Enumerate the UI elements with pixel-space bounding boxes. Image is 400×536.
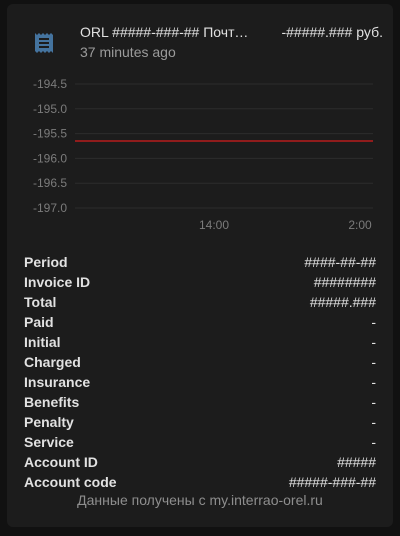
attribute-value: - xyxy=(371,374,376,390)
attribute-row: Benefits - xyxy=(24,392,376,412)
attribute-label: Penalty xyxy=(24,414,74,430)
attribute-value: #####.### xyxy=(309,294,376,310)
card-header[interactable]: ORL #####-###-## Почтовая 37 minutes ago… xyxy=(7,4,393,68)
attribute-row: Account code #####-###-## xyxy=(24,472,376,492)
x-tick-label: 14:00 xyxy=(199,218,229,232)
attribute-label: Invoice ID xyxy=(24,274,91,290)
attribute-row: Charged - xyxy=(24,352,376,372)
attribute-label: Service xyxy=(24,434,74,450)
chart-svg: -194.5 -195.0 -195.5 -196.0 -196.5 -197.0 14:0… xyxy=(33,77,373,232)
attribute-row: Account ID ##### xyxy=(24,452,376,472)
attribute-label: Period xyxy=(24,254,68,270)
attribute-row: Service - xyxy=(24,432,376,452)
last-updated: 37 minutes ago xyxy=(80,44,176,60)
entity-state: -#####.### руб. xyxy=(281,24,383,40)
attribute-row: Invoice ID ######## xyxy=(24,272,376,292)
attribute-label: Total xyxy=(24,294,57,310)
receipt-icon xyxy=(33,32,55,54)
attribute-row: Penalty - xyxy=(24,412,376,432)
attribute-row: Period ####-##-## xyxy=(24,252,376,272)
attribute-label: Benefits xyxy=(24,394,80,410)
entity-name: ORL #####-###-## Почтовая xyxy=(80,24,250,40)
attribute-value: - xyxy=(371,314,376,330)
state-unit: руб. xyxy=(356,24,383,40)
y-tick-label: -195.0 xyxy=(33,102,67,116)
attribute-value: - xyxy=(371,434,376,450)
attribute-row: Initial - xyxy=(24,332,376,352)
attribute-value: - xyxy=(371,354,376,370)
y-tick-label: -196.0 xyxy=(33,151,67,165)
attribute-label: Initial xyxy=(24,334,61,350)
attribute-value: - xyxy=(371,394,376,410)
attribute-row: Insurance - xyxy=(24,372,376,392)
y-tick-label: -196.5 xyxy=(33,176,67,190)
history-chart[interactable]: -194.5 -195.0 -195.5 -196.0 -196.5 -197.0 14:0… xyxy=(7,68,393,238)
y-tick-label: -197.0 xyxy=(33,201,67,215)
attribute-value: - xyxy=(371,334,376,350)
attribute-label: Charged xyxy=(24,354,81,370)
attribute-label: Account ID xyxy=(24,454,98,470)
attribute-label: Paid xyxy=(24,314,54,330)
y-tick-label: -194.5 xyxy=(33,77,67,91)
attribute-row: Paid - xyxy=(24,312,376,332)
x-tick-label: 2:00 xyxy=(348,218,372,232)
attribute-row: Total #####.### xyxy=(24,292,376,312)
attribute-label: Account code xyxy=(24,474,117,490)
attribution-footer: Данные получены с my.interrao-orel.ru xyxy=(77,492,323,508)
attribute-value: #####-###-## xyxy=(288,474,376,490)
y-tick-label: -195.5 xyxy=(33,127,67,141)
entity-card[interactable]: ORL #####-###-## Почтовая 37 minutes ago… xyxy=(7,4,393,527)
attribute-value: ####-##-## xyxy=(304,254,376,270)
attribute-label: Insurance xyxy=(24,374,91,390)
attributes-list: Period ####-##-## Invoice ID ######## Total #… xyxy=(24,252,376,492)
attribute-value: ##### xyxy=(337,454,376,470)
attribute-value: - xyxy=(371,414,376,430)
state-value: -#####.### xyxy=(281,24,353,40)
attribute-value: ######## xyxy=(313,274,376,290)
